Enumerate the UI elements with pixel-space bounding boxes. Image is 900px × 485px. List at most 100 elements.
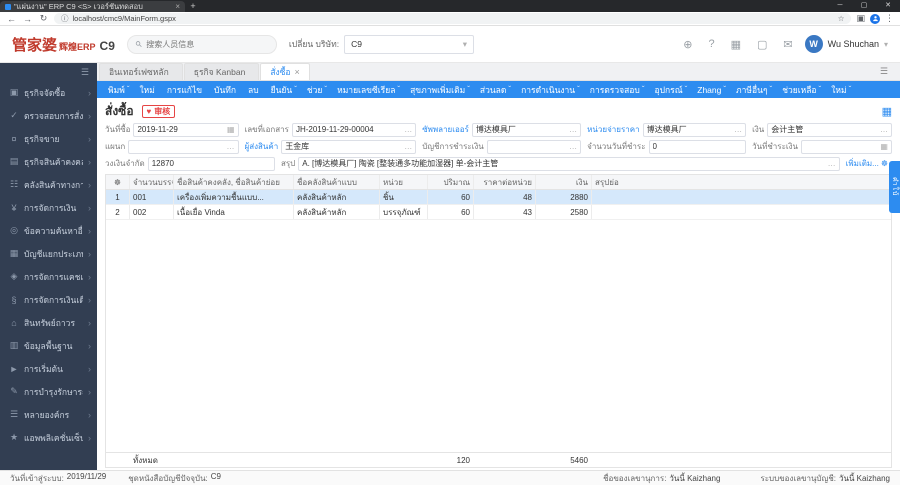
sidebar-item[interactable]: ★ แอพพลิเคชั่นเซ็นเตอร์ › (0, 426, 97, 449)
user-menu[interactable]: W Wu Shuchan ▾ (804, 35, 888, 53)
table-settings-gear-icon[interactable]: ☸ (106, 175, 130, 189)
field-suffix-icon[interactable]: … (569, 142, 577, 151)
field-suffix-icon[interactable]: … (828, 159, 836, 168)
sidebar-item[interactable]: ► การเริ่มต้น › (0, 357, 97, 380)
sidebar-item[interactable]: ✓ ตรวจสอบการสั่งซื้อ › (0, 104, 97, 127)
field-suffix-icon[interactable]: … (734, 125, 742, 134)
sidebar-item[interactable]: ✎ การบำรุงรักษาระบบ › (0, 380, 97, 403)
site-info-icon[interactable]: ⓘ (61, 13, 69, 24)
document-tab[interactable]: ธุรกิจ Kanban (183, 63, 260, 80)
sidebar-collapse-icon[interactable]: ☰ (81, 67, 89, 81)
sidebar-item[interactable]: ▥ ข้อมูลพื้นฐาน › (0, 334, 97, 357)
fullscreen-icon[interactable]: ▢ (757, 38, 767, 51)
extensions-icon[interactable]: ▣ (856, 13, 865, 24)
field-input[interactable]: 会计主管 … (767, 122, 892, 137)
browser-profile-avatar[interactable] (870, 13, 880, 24)
column-header-amount[interactable]: เงิน (536, 175, 592, 189)
sidebar-item[interactable]: ▦ บัญชีแยกประเภททั่วไป › (0, 242, 97, 265)
global-search[interactable] (126, 34, 277, 54)
sidebar-item[interactable]: ▣ ธุรกิจจัดซื้อ › (0, 81, 97, 104)
field-input[interactable]: 0 (648, 139, 747, 154)
sidebar-item[interactable]: ☰ หลายองค์กร › (0, 403, 97, 426)
field-suffix-icon[interactable]: ▦ (880, 142, 888, 151)
menubar-item[interactable]: ใหม่ ˇ (826, 81, 856, 98)
field-input[interactable]: ▦ (800, 139, 892, 154)
help-icon[interactable]: ? (708, 38, 714, 50)
field-input[interactable]: 博达模具厂 … (642, 122, 747, 137)
browser-tab[interactable]: "แผ่นงาน" ERP C9 <S> เวอร์ชันทดสอบ × (0, 1, 185, 12)
sidebar-item[interactable]: ◎ ข้อความค้นหาอื่น ๆ › (0, 219, 97, 242)
menubar-item[interactable]: สุขภาพเพิ่มเติม ˇ (405, 81, 475, 98)
menubar-item[interactable]: Zhang ˇ (692, 81, 731, 98)
menubar-item[interactable]: ส่วนลด ˇ (475, 81, 516, 98)
tab-list-menu-icon[interactable]: ☰ (872, 66, 896, 77)
field-input[interactable]: 王金库 … (281, 139, 417, 154)
column-header-qty[interactable]: ปริมาณ (428, 175, 474, 189)
field-suffix-icon[interactable]: … (404, 125, 412, 134)
sidebar-item[interactable]: ☷ คลังสินค้าทางการบัญชี › (0, 173, 97, 196)
field-input[interactable]: 2019-11-29 ▦ (133, 122, 239, 137)
sidebar-item[interactable]: ¥ การจัดการเงิน › (0, 196, 97, 219)
field-suffix-icon[interactable]: … (569, 125, 577, 134)
company-select[interactable]: C9 ▾ (344, 34, 475, 54)
maximize-button[interactable]: ▢ (852, 0, 876, 12)
more-options-link[interactable]: เพิ่มเติม... ☸ (846, 157, 892, 170)
menubar-item[interactable]: ลบ (243, 81, 266, 98)
menubar-item[interactable]: การดำเนินงาน ˇ (516, 81, 585, 98)
reload-icon[interactable]: ↻ (38, 13, 49, 24)
menubar-item[interactable]: ใหม่ (134, 81, 161, 98)
menubar-item[interactable]: ยืนยัน ˇ (266, 81, 302, 98)
menubar-item[interactable]: พิมพ์ ˇ (103, 81, 134, 98)
menubar-item[interactable]: ภาษีอื่นๆ ˇ (731, 81, 777, 98)
menubar-item[interactable]: ช่วย ˇ (302, 81, 332, 98)
column-header-code[interactable]: จำนวนบรรจุ (130, 175, 174, 189)
search-input[interactable] (146, 39, 269, 49)
document-tab[interactable]: อินเทอร์เฟซหลัก (99, 63, 183, 80)
field-input[interactable]: A. [博达模具厂] 陶瓷 [整装通多功能加湿器] 单-会计主管 … (298, 156, 840, 171)
new-tab-button[interactable]: + (185, 0, 201, 12)
field-input[interactable]: 博达模具厂 … (471, 122, 582, 137)
column-header-price[interactable]: ราคาต่อหน่วย (474, 175, 536, 189)
field-input[interactable]: … (128, 139, 239, 154)
bookmark-star-icon[interactable]: ☆ (838, 14, 845, 23)
url-text[interactable]: localhost/cmc9/MainForm.gspx (73, 14, 834, 23)
back-icon[interactable]: ← (6, 14, 17, 24)
menubar-item[interactable]: การแก้ไข (162, 81, 209, 98)
column-header-unit[interactable]: หน่วย (380, 175, 428, 189)
table-row[interactable]: 1 001 เครื่องเพิ่มความชื้นแบบ... คลังสิน… (106, 190, 891, 205)
sidebar-item[interactable]: ▤ ธุรกิจสินค้าคงคลัง › (0, 150, 97, 173)
tab-close-icon[interactable]: × (175, 2, 180, 11)
sidebar-item[interactable]: ◈ การจัดการแคชเชียร์ › (0, 265, 97, 288)
menubar-item[interactable]: ช่วยเหลือ ˇ (777, 81, 826, 98)
sidebar-item[interactable]: ⌂ สินทรัพย์ถาวร › (0, 311, 97, 334)
forward-icon[interactable]: → (22, 14, 33, 24)
browser-menu-icon[interactable]: ⋮ (885, 13, 894, 24)
address-bar[interactable]: ⓘ localhost/cmc9/MainForm.gspx ☆ (54, 13, 852, 24)
table-row[interactable]: 2 002 เนื้อเยื่อ Vinda คลังสินค้าหลัก บร… (106, 205, 891, 220)
close-button[interactable]: ✕ (876, 0, 900, 12)
field-suffix-icon[interactable]: … (227, 142, 235, 151)
apps-grid-icon[interactable]: ▦ (731, 38, 741, 51)
menubar-item[interactable]: หมายเลขซีเรียล ˇ (332, 81, 405, 98)
menubar-item[interactable]: อุปกรณ์ ˇ (649, 81, 692, 98)
field-suffix-icon[interactable]: … (404, 142, 412, 151)
column-header-note[interactable]: สรุปย่อ (592, 175, 891, 189)
qr-code-icon[interactable]: ▦ (882, 105, 892, 118)
add-user-icon[interactable]: ⊕ (683, 38, 692, 51)
field-input[interactable]: 12870 (147, 156, 275, 171)
field-input[interactable]: … (486, 139, 582, 154)
field-suffix-icon[interactable]: … (880, 125, 888, 134)
mail-icon[interactable]: ✉ (783, 38, 792, 51)
field-suffix-icon[interactable]: ▦ (227, 125, 235, 134)
menubar-item[interactable]: การตรวจสอบ ˇ (585, 81, 650, 98)
side-panel-tab[interactable]: คำใบ้ (889, 161, 900, 213)
column-header-product[interactable]: ชื่อสินค้าคงคลัง, ชื่อสินค้าย่อย (174, 175, 294, 189)
tab-close-icon[interactable]: × (295, 67, 300, 77)
menubar-item[interactable]: บันทึก (209, 81, 243, 98)
column-header-warehouse[interactable]: ชื่อคลังสินค้าแบบ (294, 175, 380, 189)
sidebar-item[interactable]: ¤ ธุรกิจขาย › (0, 127, 97, 150)
document-tab[interactable]: สั่งซื้อ × (260, 63, 310, 80)
field-input[interactable]: JH-2019-11-29-00004 … (291, 122, 417, 137)
sidebar-item[interactable]: § การจัดการเงินเดือน › (0, 288, 97, 311)
minimize-button[interactable]: ─ (828, 0, 852, 12)
